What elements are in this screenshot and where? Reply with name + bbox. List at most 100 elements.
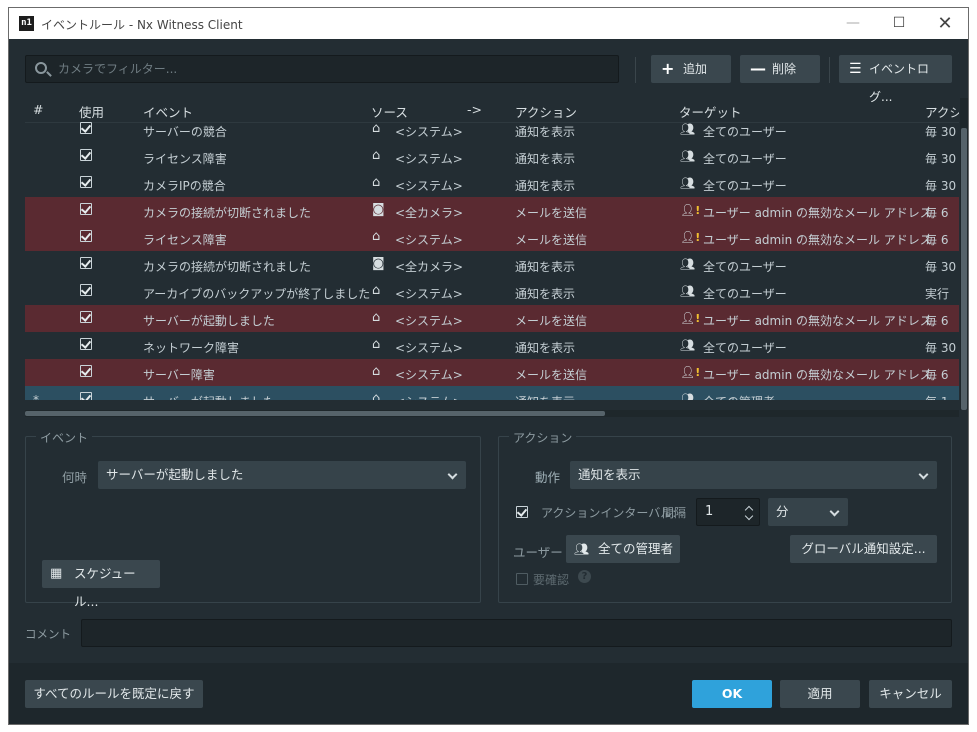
rule-action-params: 毎 1 bbox=[925, 393, 948, 400]
event-log-button[interactable]: ☰ イベントログ... bbox=[839, 55, 952, 104]
event-rules-window: n1 イベントルール - Nx Witness Client — ☐ ✕ + 追… bbox=[8, 7, 969, 725]
toolbar-divider bbox=[829, 57, 830, 83]
scrollbar-thumb[interactable] bbox=[961, 128, 967, 410]
rule-target: 全ての管理者 bbox=[703, 393, 775, 400]
rule-action: メールを送信 bbox=[515, 233, 588, 247]
rule-target: ユーザー admin の無効なメール アドレス bbox=[703, 206, 932, 220]
rule-action: 通知を表示 bbox=[515, 287, 576, 301]
table-row[interactable]: サーバーの競合 ⌂ <システム> 通知を表示 👥︎ 全てのユーザー 毎 30 bbox=[25, 116, 959, 143]
rule-action-params: 毎 30 bbox=[925, 152, 957, 166]
table-row[interactable]: サーバーが起動しました ⌂ <システム> メールを送信 👤︎! ユーザー admin の無… bbox=[25, 305, 959, 332]
rule-enabled-checkbox[interactable] bbox=[80, 392, 92, 400]
global-notification-settings-button[interactable]: グローバル通知設定... bbox=[790, 535, 937, 563]
action-interval-label: アクションインターバル: bbox=[541, 506, 677, 520]
event-type-dropdown[interactable]: サーバーが起動しました bbox=[98, 461, 466, 489]
spin-down-icon[interactable] bbox=[744, 511, 754, 521]
search-icon bbox=[35, 62, 47, 74]
table-row[interactable]: * サーバーが起動しました ⌂ <システム> 通知を表示 👥︎ 全ての管理者 毎 1 bbox=[25, 386, 959, 400]
scrollbar-thumb[interactable] bbox=[25, 411, 605, 416]
chevron-down-icon bbox=[447, 469, 458, 480]
rule-event: ライセンス障害 bbox=[143, 233, 227, 247]
rule-enabled-checkbox[interactable] bbox=[80, 122, 92, 134]
ok-button[interactable]: OK bbox=[692, 680, 772, 708]
add-rule-button[interactable]: + 追加 bbox=[651, 55, 731, 83]
interval-unit-dropdown[interactable]: 分 bbox=[768, 498, 848, 526]
select-users-button[interactable]: 👥︎ 全ての管理者 bbox=[566, 535, 680, 563]
rule-enabled-checkbox[interactable] bbox=[80, 257, 92, 269]
interval-spinbox[interactable]: 1 bbox=[696, 498, 760, 526]
table-row[interactable]: ネットワーク障害 ⌂ <システム> 通知を表示 👥︎ 全てのユーザー 毎 30 bbox=[25, 332, 959, 359]
table-row[interactable]: アーカイブのバックアップが終了しました ⌂ <システム> 通知を表示 👥︎ 全てのユーザー… bbox=[25, 278, 959, 305]
users-icon: 👥︎ bbox=[680, 338, 696, 352]
table-row[interactable]: カメラの接続が切断されました ◙ <全カメラ> メールを送信 👤︎! ユーザー admin… bbox=[25, 197, 959, 224]
rule-action-params: 毎 6 bbox=[925, 368, 949, 382]
rule-enabled-checkbox[interactable] bbox=[80, 338, 92, 350]
comment-field[interactable] bbox=[81, 619, 952, 647]
rule-target: 全てのユーザー bbox=[703, 179, 787, 193]
rule-event: カメラIPの競合 bbox=[143, 179, 226, 193]
rule-source: <システム> bbox=[395, 341, 463, 355]
user-warning-icon: 👤︎! bbox=[680, 230, 701, 244]
delete-rule-button[interactable]: — 削除 bbox=[740, 55, 820, 83]
maximize-button[interactable]: ☐ bbox=[876, 8, 922, 39]
rule-source: <システム> bbox=[395, 152, 463, 166]
rule-action-params: 毎 30 bbox=[925, 125, 957, 139]
action-group-title: アクション bbox=[509, 429, 577, 446]
rule-number: * bbox=[33, 393, 39, 400]
rule-action: メールを送信 bbox=[515, 206, 588, 220]
rule-enabled-checkbox[interactable] bbox=[80, 176, 92, 188]
rule-enabled-checkbox[interactable] bbox=[80, 311, 92, 323]
rule-target: 全てのユーザー bbox=[703, 287, 787, 301]
vertical-scrollbar[interactable] bbox=[960, 98, 968, 410]
add-rule-label: 追加 bbox=[683, 62, 708, 76]
rule-source: <システム> bbox=[395, 179, 463, 193]
rule-action: 通知を表示 bbox=[515, 179, 576, 193]
table-row[interactable]: カメラIPの競合 ⌂ <システム> 通知を表示 👥︎ 全てのユーザー 毎 30 bbox=[25, 170, 959, 197]
users-icon: 👥︎ bbox=[680, 284, 696, 298]
rule-event: サーバーが起動しました bbox=[143, 314, 275, 328]
col-number[interactable]: # bbox=[33, 102, 43, 117]
calendar-icon: ▦ bbox=[50, 566, 63, 581]
table-row[interactable]: ライセンス障害 ⌂ <システム> メールを送信 👤︎! ユーザー admin の無効なメー… bbox=[25, 224, 959, 251]
rule-action-params: 毎 6 bbox=[925, 314, 949, 328]
rule-source: <システム> bbox=[395, 368, 463, 382]
rules-table: # 使用 イベント ソース -> アクション ターゲット アクシ サーバーの競合… bbox=[25, 98, 959, 400]
rule-enabled-checkbox[interactable] bbox=[80, 203, 92, 215]
rule-event: サーバーが起動しました bbox=[143, 393, 275, 400]
schedule-label: スケジュール... bbox=[74, 566, 136, 609]
require-confirmation-checkbox[interactable] bbox=[516, 573, 528, 585]
schedule-button[interactable]: ▦ スケジュール... bbox=[42, 560, 160, 609]
close-button[interactable]: ✕ bbox=[922, 8, 968, 39]
event-group-title: イベント bbox=[36, 429, 93, 446]
cancel-button[interactable]: キャンセル bbox=[869, 680, 952, 708]
reset-all-rules-button[interactable]: すべてのルールを既定に戻す bbox=[25, 680, 203, 708]
plus-icon: + bbox=[661, 59, 675, 78]
house-icon: ⌂ bbox=[372, 229, 381, 244]
rules-list: サーバーの競合 ⌂ <システム> 通知を表示 👥︎ 全てのユーザー毎 30 ライセンス障害 ⌂… bbox=[25, 116, 959, 400]
rule-event: サーバーの競合 bbox=[143, 125, 227, 139]
delete-rule-label: 削除 bbox=[772, 62, 797, 76]
camera-icon: ◙ bbox=[372, 202, 385, 217]
table-row[interactable]: サーバー障害 ⌂ <システム> メールを送信 👤︎! ユーザー admin の無効なメール… bbox=[25, 359, 959, 386]
apply-button[interactable]: 適用 bbox=[780, 680, 860, 708]
rule-target: 全てのユーザー bbox=[703, 152, 787, 166]
camera-filter-search[interactable] bbox=[25, 55, 619, 83]
rule-enabled-checkbox[interactable] bbox=[80, 365, 92, 377]
dialog-footer: すべてのルールを既定に戻す OK 適用 キャンセル bbox=[9, 663, 968, 724]
rule-enabled-checkbox[interactable] bbox=[80, 149, 92, 161]
rule-enabled-checkbox[interactable] bbox=[80, 230, 92, 242]
rule-action-params: 実行 bbox=[925, 287, 950, 301]
help-icon[interactable]: ? bbox=[578, 570, 591, 583]
search-input[interactable] bbox=[58, 56, 608, 82]
rule-action: メールを送信 bbox=[515, 368, 588, 382]
action-interval-checkbox[interactable] bbox=[516, 506, 528, 518]
horizontal-scrollbar[interactable] bbox=[25, 410, 959, 417]
interval-prefix-label: 間隔 bbox=[662, 506, 687, 520]
house-icon: ⌂ bbox=[372, 391, 381, 401]
minimize-button[interactable]: — bbox=[830, 8, 876, 39]
action-type-dropdown[interactable]: 通知を表示 bbox=[570, 461, 937, 489]
table-row[interactable]: カメラの接続が切断されました ◙ <全カメラ> 通知を表示 👥︎ 全てのユーザー 毎 30 bbox=[25, 251, 959, 278]
rule-enabled-checkbox[interactable] bbox=[80, 284, 92, 296]
list-icon: ☰ bbox=[849, 61, 862, 77]
table-row[interactable]: ライセンス障害 ⌂ <システム> 通知を表示 👥︎ 全てのユーザー 毎 30 bbox=[25, 143, 959, 170]
